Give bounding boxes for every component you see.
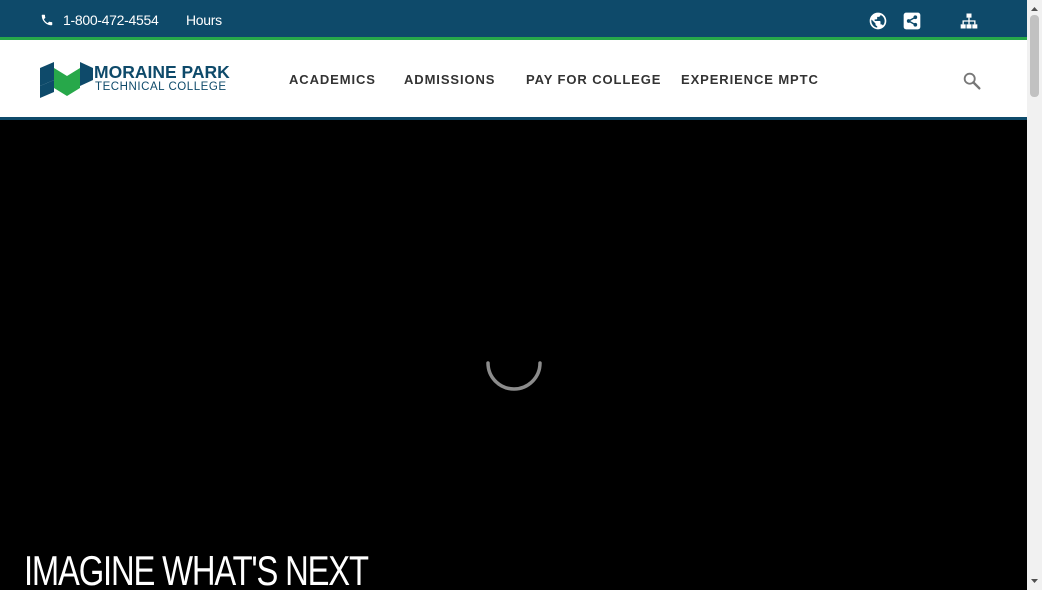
- nav-experience-mptc[interactable]: EXPERIENCE MPTC: [681, 70, 819, 90]
- utility-bar: 1-800-472-4554 Hours: [0, 0, 1027, 40]
- page-viewport: 1-800-472-4554 Hours MORAINE PARK TECHNI…: [0, 0, 1027, 590]
- phone-number: 1-800-472-4554: [63, 12, 159, 28]
- hours-link[interactable]: Hours: [186, 10, 222, 30]
- loading-spinner-icon: [486, 361, 542, 391]
- main-navigation: MORAINE PARK TECHNICAL COLLEGE ACADEMICS…: [0, 40, 1027, 120]
- nav-admissions[interactable]: ADMISSIONS: [404, 70, 495, 90]
- scroll-thumb[interactable]: [1030, 15, 1039, 97]
- logo-title: MORAINE PARK: [94, 62, 230, 82]
- share-icon[interactable]: [902, 11, 922, 31]
- page-scrollbar[interactable]: [1027, 0, 1042, 590]
- nav-academics[interactable]: ACADEMICS: [289, 70, 376, 90]
- hero-headline: IMAGINE WHAT'S NEXT: [24, 547, 369, 590]
- sitemap-icon[interactable]: [959, 11, 979, 31]
- globe-icon[interactable]: [868, 11, 888, 31]
- nav-pay-for-college[interactable]: PAY FOR COLLEGE: [526, 70, 661, 90]
- search-icon[interactable]: [961, 70, 983, 92]
- phone-icon: [41, 14, 53, 26]
- scroll-down-arrow-icon[interactable]: [1027, 575, 1042, 588]
- logo-subtitle: TECHNICAL COLLEGE: [95, 81, 227, 93]
- scroll-up-arrow-icon[interactable]: [1027, 2, 1042, 15]
- college-logo[interactable]: MORAINE PARK TECHNICAL COLLEGE: [40, 62, 250, 98]
- phone-link[interactable]: 1-800-472-4554: [40, 10, 159, 30]
- mptc-logo-mark: [40, 62, 93, 98]
